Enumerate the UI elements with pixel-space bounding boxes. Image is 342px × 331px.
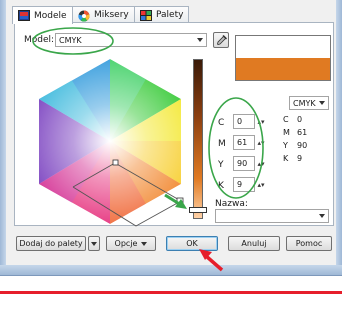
models-icon [18,10,30,21]
tab-models[interactable]: Modele [12,6,73,24]
annotation-arrow-red [204,254,224,272]
annotation-overlay [199,249,224,272]
tab-models-label: Modele [34,10,67,21]
red-divider [0,291,342,294]
